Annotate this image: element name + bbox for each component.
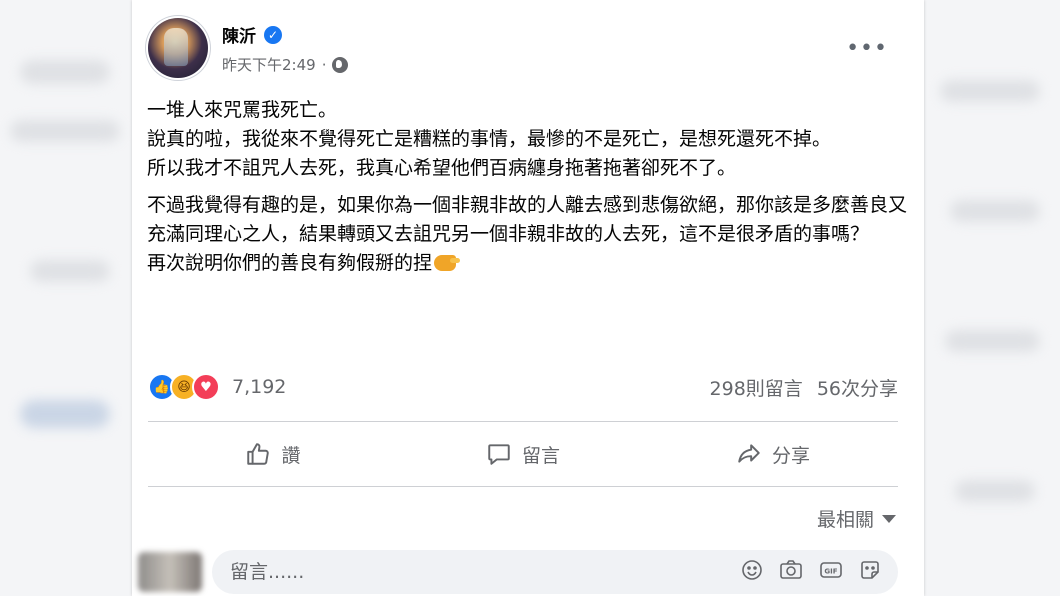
author-row: 陳沂 ✓ <box>222 22 282 47</box>
background-blur <box>950 200 1040 222</box>
thumbs-up-icon <box>247 443 270 465</box>
comment-input[interactable] <box>228 560 740 584</box>
comment-input-wrapper[interactable]: GIF <box>212 550 898 594</box>
comment-count[interactable]: 298則留言 <box>710 374 803 401</box>
sticker-icon[interactable] <box>858 558 882 586</box>
author-name[interactable]: 陳沂 <box>222 22 256 47</box>
post-text: 一堆人來咒罵我死亡。 說真的啦，我從來不覺得死亡是糟糕的事情，最慘的不是死亡，是… <box>147 96 909 278</box>
share-button[interactable]: 分享 <box>648 424 898 484</box>
reaction-count: 7,192 <box>232 376 287 398</box>
user-avatar[interactable] <box>138 552 202 592</box>
sort-label: 最相關 <box>816 509 874 531</box>
share-label: 分享 <box>771 444 810 467</box>
divider <box>148 421 898 422</box>
post-line: 所以我才不詛咒人去死，我真心希望他們百病纏身拖著拖著卻死不了。 <box>147 157 737 179</box>
comment-label: 留言 <box>521 444 560 467</box>
background-blur <box>20 400 110 428</box>
post-timestamp[interactable]: 昨天下午2:49 <box>222 54 316 75</box>
background-blur <box>30 260 110 282</box>
background-blur <box>955 480 1035 502</box>
background-blur <box>10 120 120 142</box>
dropdown-arrow-icon <box>882 514 896 523</box>
post-line: 說真的啦，我從來不覺得死亡是糟糕的事情，最慘的不是死亡，是想死還死不掉。 <box>147 128 832 150</box>
post-line: 再次說明你們的善良有夠假掰的捏 <box>147 249 909 278</box>
engagement-counts: 298則留言 56次分享 <box>710 374 898 401</box>
post-line: 不過我覺得有趣的是，如果你為一個非親非故的人離去感到悲傷欲絕，那你該是多麼善良又… <box>147 194 908 245</box>
action-bar: 讚 留言 分享 <box>148 424 898 484</box>
pinching-hand-emoji-icon <box>434 255 461 271</box>
composer-icons: GIF <box>740 558 882 586</box>
comment-sort-dropdown[interactable]: 最相關 <box>817 505 896 532</box>
love-reaction-icon: ♥ <box>192 373 220 401</box>
reactions-summary[interactable]: 👍 😆 ♥ 7,192 <box>148 373 286 401</box>
like-label: 讚 <box>281 444 301 467</box>
background-blur <box>940 80 1040 102</box>
comment-composer: GIF <box>138 548 898 596</box>
post-card: 陳沂 ✓ 昨天下午2:49 · ••• 一堆人來咒罵我死亡。 說真的啦，我從來不… <box>132 0 924 596</box>
post-line-text: 再次說明你們的善良有夠假掰的捏 <box>147 252 433 274</box>
globe-icon[interactable] <box>332 56 349 73</box>
divider <box>148 486 898 487</box>
post-line: 一堆人來咒罵我死亡。 <box>147 99 338 121</box>
verified-badge-icon: ✓ <box>264 25 282 44</box>
like-button[interactable]: 讚 <box>148 424 398 484</box>
background-blur <box>945 330 1040 352</box>
post-stats: 👍 😆 ♥ 7,192 298則留言 56次分享 <box>148 372 898 402</box>
more-options-icon[interactable]: ••• <box>846 36 888 61</box>
comment-bubble-icon <box>488 444 510 465</box>
svg-text:GIF: GIF <box>824 568 837 576</box>
post-meta: 昨天下午2:49 · <box>222 54 349 75</box>
background-blur <box>20 60 110 84</box>
share-arrow-icon <box>738 444 760 463</box>
comment-button[interactable]: 留言 <box>398 424 648 484</box>
gif-icon[interactable]: GIF <box>818 558 844 586</box>
author-avatar[interactable] <box>148 18 208 78</box>
emoji-icon[interactable] <box>740 558 764 586</box>
share-count[interactable]: 56次分享 <box>817 374 898 401</box>
camera-icon[interactable] <box>778 558 804 586</box>
